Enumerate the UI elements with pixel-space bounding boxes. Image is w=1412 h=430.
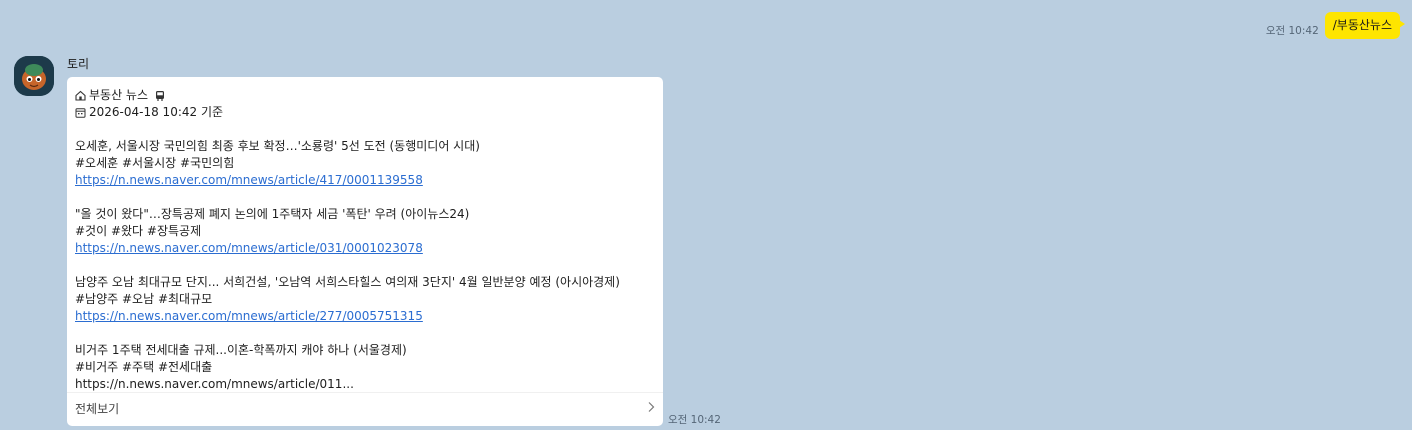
article-link[interactable]: https://n.news.naver.com/mnews/article/4… [75,173,423,187]
outgoing-message: 오전 10:42 /부동산뉴스 [1265,12,1406,39]
article-tags: #것이 #왔다 #장특공제 [75,224,202,238]
article-title: 남양주 오남 최대규모 단지... 서희건설, '오남역 서희스타힐스 여의재 … [75,275,620,289]
avatar[interactable] [14,56,54,96]
news-header-date: 2026-04-18 10:42 기준 [89,105,224,119]
article-title: 오세훈, 서울시장 국민의힘 최종 후보 확정…'소룡령' 5선 도전 (동행미… [75,139,480,153]
article-link[interactable]: https://n.news.naver.com/mnews/article/0… [75,241,423,255]
view-all-button[interactable]: 전체보기 [67,392,663,426]
article-title: "올 것이 왔다"…장특공제 폐지 논의에 1주택자 세금 '폭탄' 우려 (아… [75,207,470,221]
house-icon [75,89,86,104]
view-all-label: 전체보기 [75,402,120,416]
article-title: 비거주 1주택 전세대출 규제...이혼-학폭까지 캐야 하나 (서울경제) [75,343,407,357]
outgoing-time: 오전 10:42 [1265,25,1319,37]
sender-name: 토리 [67,57,90,71]
news-article: 비거주 1주택 전세대출 규제...이혼-학폭까지 캐야 하나 (서울경제) #… [75,342,655,393]
article-tags: #오세훈 #서울시장 #국민의힘 [75,156,235,170]
article-link[interactable]: https://n.news.naver.com/mnews/article/2… [75,309,423,323]
news-header-date-line: 2026-04-18 10:42 기준 [75,104,655,121]
outgoing-bubble[interactable]: /부동산뉴스 [1324,12,1406,39]
news-header-title-line: 부동산 뉴스 [75,87,655,104]
incoming-time: 오전 10:42 [668,414,721,426]
news-article: "올 것이 왔다"…장특공제 폐지 논의에 1주택자 세금 '폭탄' 우려 (아… [75,206,655,257]
article-tags: #비거주 #주택 #전세대출 [75,360,213,374]
news-header-title: 부동산 뉴스 [89,88,149,102]
news-article: 오세훈, 서울시장 국민의힘 최종 후보 확정…'소룡령' 5선 도전 (동행미… [75,138,655,189]
calendar-icon [75,106,86,121]
incoming-bubble: 부동산 뉴스 2026-04-18 10:42 기준 오세훈, 서울시장 국민의… [67,77,663,426]
avatar-image [14,56,54,96]
article-tags: #남양주 #오남 #최대규모 [75,292,213,306]
chevron-right-icon [647,401,655,418]
news-article: 남양주 오남 최대규모 단지... 서희건설, '오남역 서희스타힐스 여의재 … [75,274,655,325]
bus-icon [155,89,165,104]
article-url-truncated: https://n.news.naver.com/mnews/article/0… [75,377,354,391]
